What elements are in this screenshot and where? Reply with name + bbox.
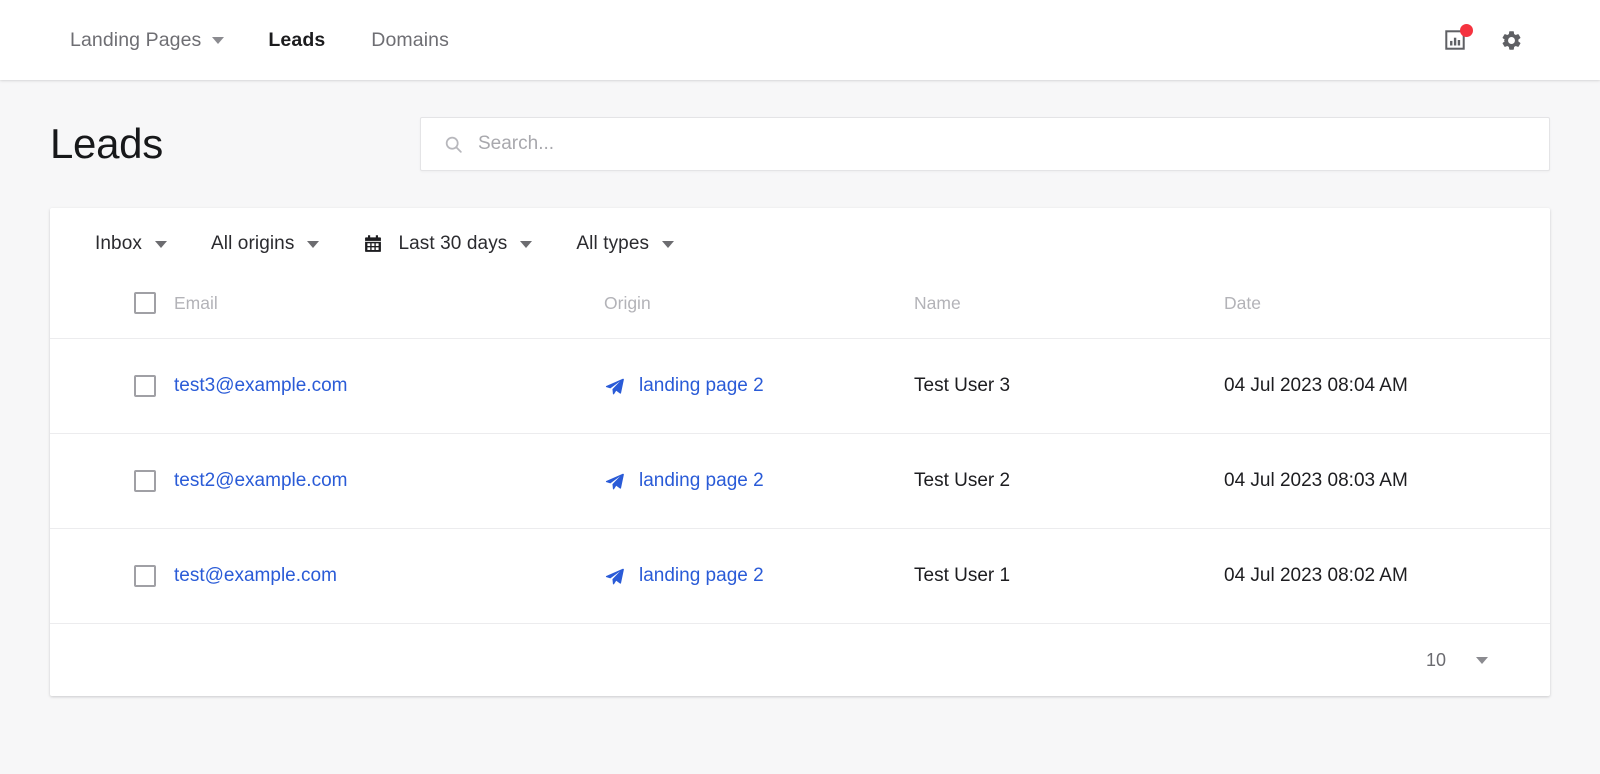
- email-link[interactable]: test2@example.com: [174, 470, 347, 491]
- row-checkbox[interactable]: [134, 565, 156, 587]
- page-container: Leads Inbox All origins: [0, 80, 1600, 696]
- leads-table: Email Origin Name Date test3@example.com: [50, 280, 1550, 624]
- nav-item-label: Domains: [371, 29, 449, 52]
- table-footer: 10: [50, 624, 1550, 696]
- table-row[interactable]: test@example.com landing page 2 Test Use…: [50, 529, 1550, 624]
- nav-item-label: Leads: [268, 29, 325, 52]
- table-header: Email Origin Name Date: [50, 280, 1550, 339]
- search-input[interactable]: [478, 133, 1549, 155]
- chevron-down-icon: [307, 241, 319, 248]
- chevron-down-icon: [212, 37, 224, 44]
- column-header-name[interactable]: Name: [914, 280, 1224, 339]
- paper-plane-icon: [604, 471, 625, 492]
- cell-date: 04 Jul 2023 08:04 AM: [1224, 339, 1550, 434]
- cell-name: Test User 3: [914, 339, 1224, 434]
- column-header-email[interactable]: Email: [174, 280, 604, 339]
- chevron-down-icon: [155, 241, 167, 248]
- filter-origins[interactable]: All origins: [211, 233, 319, 255]
- filter-label: All types: [576, 233, 649, 255]
- cell-email: test@example.com: [174, 529, 604, 624]
- table-row[interactable]: test2@example.com landing page 2 Test Us…: [50, 434, 1550, 529]
- calendar-icon: [363, 234, 383, 254]
- filter-label: Inbox: [95, 233, 142, 255]
- page-header: Leads: [50, 80, 1550, 208]
- cell-name: Test User 1: [914, 529, 1224, 624]
- paper-plane-icon: [604, 376, 625, 397]
- nav-item-landing-pages[interactable]: Landing Pages: [70, 29, 224, 52]
- top-navigation-bar: Landing Pages Leads Domains: [0, 0, 1600, 80]
- rows-per-page-selector[interactable]: 10: [1426, 650, 1488, 671]
- cell-origin: landing page 2: [604, 434, 914, 529]
- cell-name: Test User 2: [914, 434, 1224, 529]
- select-all-cell: [50, 280, 174, 339]
- notification-badge-dot: [1460, 24, 1473, 37]
- row-checkbox[interactable]: [134, 470, 156, 492]
- email-link[interactable]: test3@example.com: [174, 375, 347, 396]
- filter-inbox[interactable]: Inbox: [95, 233, 167, 255]
- chevron-down-icon: [520, 241, 532, 248]
- page-title: Leads: [50, 120, 420, 168]
- column-header-origin[interactable]: Origin: [604, 280, 914, 339]
- cell-date: 04 Jul 2023 08:03 AM: [1224, 434, 1550, 529]
- search-bar[interactable]: [420, 117, 1550, 171]
- analytics-button[interactable]: [1440, 25, 1470, 55]
- filter-types[interactable]: All types: [576, 233, 674, 255]
- select-all-checkbox[interactable]: [134, 292, 156, 314]
- leads-card: Inbox All origins: [50, 208, 1550, 696]
- origin-link[interactable]: landing page 2: [639, 470, 764, 492]
- origin-link[interactable]: landing page 2: [639, 375, 764, 397]
- nav-item-leads[interactable]: Leads: [268, 29, 325, 52]
- rows-per-page-value: 10: [1426, 650, 1446, 671]
- filter-label: Last 30 days: [398, 233, 507, 255]
- table-body: test3@example.com landing page 2 Test Us…: [50, 339, 1550, 624]
- filter-label: All origins: [211, 233, 294, 255]
- search-icon: [443, 134, 464, 155]
- row-select-cell: [50, 529, 174, 624]
- nav-actions: [1440, 25, 1600, 55]
- nav-item-label: Landing Pages: [70, 29, 201, 52]
- email-link[interactable]: test@example.com: [174, 565, 337, 586]
- cell-email: test2@example.com: [174, 434, 604, 529]
- table-row[interactable]: test3@example.com landing page 2 Test Us…: [50, 339, 1550, 434]
- row-checkbox[interactable]: [134, 375, 156, 397]
- filter-date-range[interactable]: Last 30 days: [363, 233, 532, 255]
- nav-item-domains[interactable]: Domains: [371, 29, 449, 52]
- cell-email: test3@example.com: [174, 339, 604, 434]
- settings-button[interactable]: [1496, 25, 1526, 55]
- chevron-down-icon: [662, 241, 674, 248]
- table-header-row: Email Origin Name Date: [50, 280, 1550, 339]
- cell-origin: landing page 2: [604, 339, 914, 434]
- nav-items: Landing Pages Leads Domains: [0, 29, 493, 52]
- row-select-cell: [50, 434, 174, 529]
- cell-origin: landing page 2: [604, 529, 914, 624]
- row-select-cell: [50, 339, 174, 434]
- origin-link[interactable]: landing page 2: [639, 565, 764, 587]
- cell-date: 04 Jul 2023 08:02 AM: [1224, 529, 1550, 624]
- filter-bar: Inbox All origins: [50, 208, 1550, 280]
- chevron-down-icon: [1476, 657, 1488, 664]
- column-header-date[interactable]: Date: [1224, 280, 1550, 339]
- paper-plane-icon: [604, 566, 625, 587]
- gear-icon: [1500, 29, 1523, 52]
